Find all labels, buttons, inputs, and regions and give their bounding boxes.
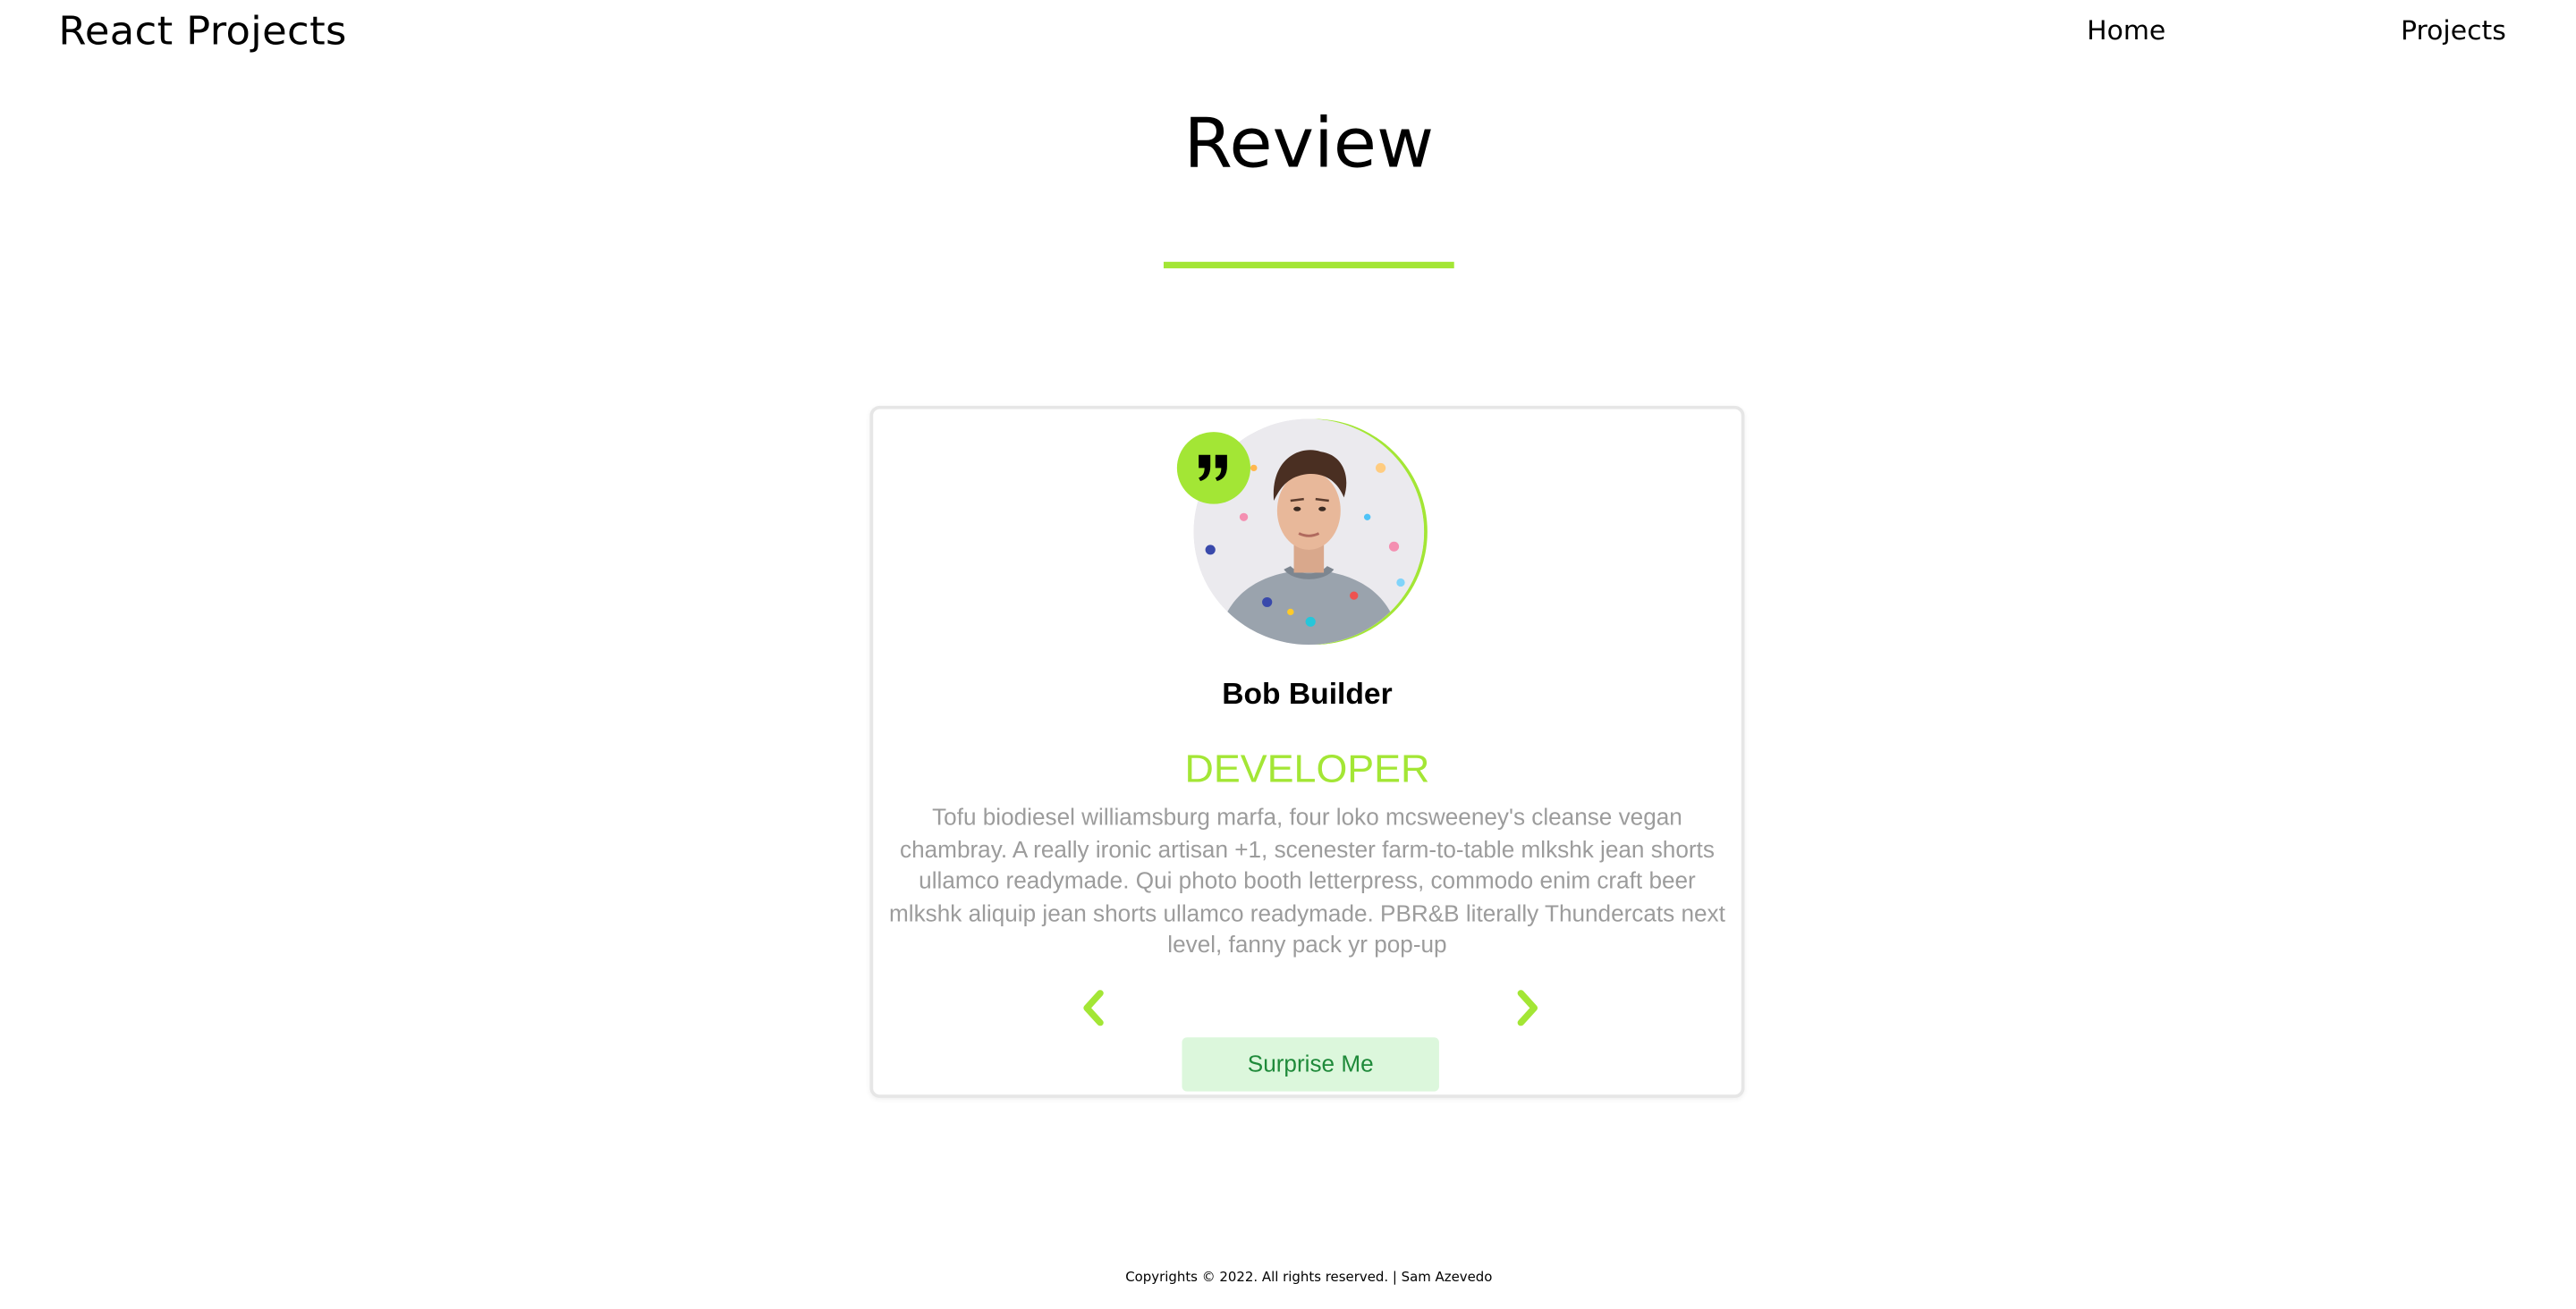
surprise-me-button[interactable]: Surprise Me xyxy=(1182,1037,1439,1092)
quote-icon xyxy=(1176,432,1251,504)
brand-logo[interactable]: React Projects xyxy=(58,6,346,55)
nav-link-projects[interactable]: Projects xyxy=(2401,13,2506,49)
page-title: Review xyxy=(1183,103,1435,183)
footer-copyright: Copyrights © 2022. All rights reserved. … xyxy=(1125,1270,1493,1285)
chevron-left-icon xyxy=(1083,990,1104,1026)
reviewer-name: Bob Builder xyxy=(1222,677,1393,711)
chevron-right-icon xyxy=(1517,990,1538,1026)
avatar-container xyxy=(1176,418,1431,651)
title-underline xyxy=(1163,261,1454,269)
reviewer-job: DEVELOPER xyxy=(1184,747,1430,792)
review-text: Tofu biodiesel williamsburg marfa, four … xyxy=(889,803,1725,959)
prev-button[interactable] xyxy=(1073,985,1114,1031)
next-button[interactable] xyxy=(1507,985,1547,1031)
review-card: Bob Builder DEVELOPER Tofu biodiesel wil… xyxy=(869,405,1745,1098)
page: React Projects Home Projects Review Bob … xyxy=(0,0,2576,1309)
nav-link-home[interactable]: Home xyxy=(2087,13,2165,49)
